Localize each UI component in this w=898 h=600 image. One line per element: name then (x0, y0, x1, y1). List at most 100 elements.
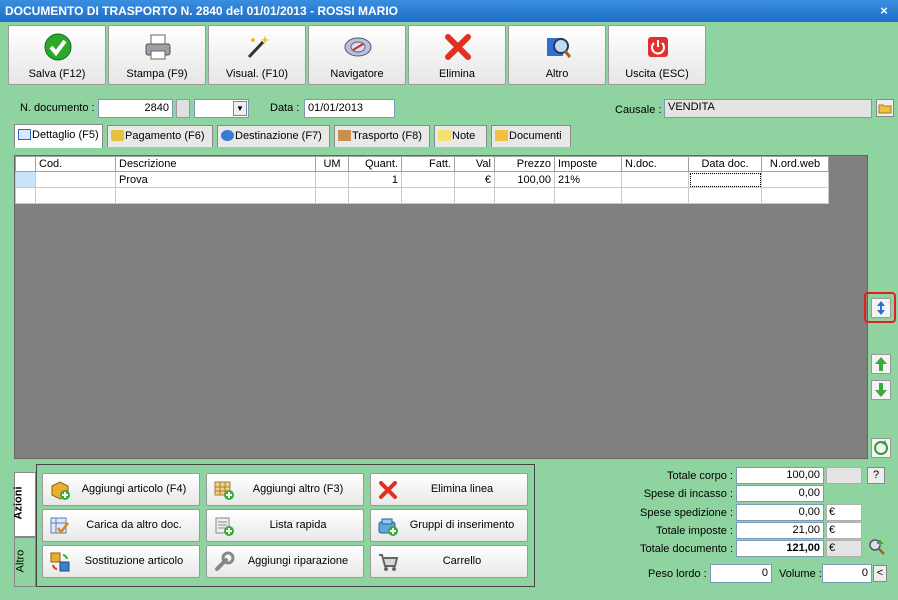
cart-button[interactable]: Carrello (370, 545, 528, 578)
row-selector[interactable] (15, 187, 36, 204)
arrow-up-icon[interactable] (871, 354, 891, 374)
cell-descrizione[interactable]: Prova (115, 171, 316, 188)
col-nord-web[interactable]: N.ord.web (761, 156, 829, 172)
tab-note[interactable]: Note (434, 125, 487, 147)
cell-val[interactable] (454, 187, 495, 204)
cell-ndoc[interactable] (621, 171, 689, 188)
cell-quant[interactable] (348, 187, 402, 204)
add-other-label: Aggiungi altro (F3) (252, 483, 344, 495)
quick-list-button[interactable]: Lista rapida (206, 509, 364, 542)
add-article-button[interactable]: Aggiungi articolo (F4) (42, 473, 200, 506)
spese-incasso-label: Spese di incasso : (643, 488, 733, 500)
tab-azioni[interactable]: Azioni (13, 472, 36, 537)
save-button[interactable]: Salva (F12) (8, 25, 106, 85)
navigator-button[interactable]: Navigatore (308, 25, 406, 85)
insert-groups-button[interactable]: Gruppi di inserimento (370, 509, 528, 542)
col-imposte[interactable]: Imposte (554, 156, 622, 172)
totale-imposte-value: 21,00 (736, 522, 824, 539)
help-button[interactable]: ? (867, 467, 885, 484)
ndoc-suffix-button[interactable] (176, 99, 190, 118)
tab-altro[interactable]: Altro (14, 537, 36, 587)
spese-incasso-value[interactable]: 0,00 (736, 485, 824, 502)
cell-descrizione[interactable] (115, 187, 316, 204)
expand-vertical-icon[interactable] (871, 298, 891, 318)
totale-documento-value: 121,00 (736, 540, 824, 557)
exit-button[interactable]: Uscita (ESC) (608, 25, 706, 85)
col-val[interactable]: Val (454, 156, 495, 172)
cell-ndoc[interactable] (621, 187, 689, 204)
table-row[interactable]: Prova 1 € 100,00 21% (15, 171, 829, 188)
navigator-button-label: Navigatore (330, 68, 384, 80)
cell-prezzo[interactable]: 100,00 (494, 171, 555, 188)
spese-spedizione-value[interactable]: 0,00 (736, 504, 824, 521)
add-other-button[interactable]: Aggiungi altro (F3) (206, 473, 364, 506)
cell-val[interactable]: € (454, 171, 495, 188)
tab-documenti[interactable]: Documenti (491, 125, 571, 147)
add-repair-button[interactable]: Aggiungi riparazione (206, 545, 364, 578)
add-article-label: Aggiungi articolo (F4) (81, 483, 187, 495)
cell-um[interactable] (315, 187, 349, 204)
row-selector-header (15, 156, 36, 172)
cell-quant[interactable]: 1 (348, 171, 402, 188)
grid-add-icon (214, 481, 234, 500)
tab-pagamento[interactable]: Pagamento (F6) (107, 125, 213, 147)
table-row[interactable] (15, 187, 829, 204)
magnifier-icon (547, 38, 572, 58)
col-quant[interactable]: Quant. (348, 156, 402, 172)
arrow-down-icon[interactable] (871, 380, 891, 400)
volume-button[interactable]: < (873, 565, 887, 582)
delete-button[interactable]: Elimina (408, 25, 506, 85)
cell-imposte[interactable]: 21% (554, 171, 622, 188)
tab-destinazione-label: Destinazione (F7) (235, 130, 322, 142)
other-button[interactable]: Altro (508, 25, 606, 85)
col-um[interactable]: UM (315, 156, 349, 172)
print-button[interactable]: Stampa (F9) (108, 25, 206, 85)
cell-cod[interactable] (35, 171, 116, 188)
col-prezzo[interactable]: Prezzo (494, 156, 555, 172)
col-ndoc[interactable]: N.doc. (621, 156, 689, 172)
cell-nord-web[interactable] (761, 187, 829, 204)
swap-icon (50, 552, 70, 572)
cell-data-doc[interactable] (688, 171, 762, 188)
causale-input[interactable]: VENDITA (664, 99, 872, 118)
preview-button[interactable]: Visual. (F10) (208, 25, 306, 85)
refresh-icon[interactable] (871, 438, 891, 458)
volume-label: Volume : (779, 568, 822, 580)
tab-dettaglio[interactable]: Dettaglio (F5) (14, 124, 103, 148)
zoom-add-icon[interactable] (868, 538, 886, 556)
volume-input[interactable]: 0 (822, 564, 872, 583)
row-selector[interactable] (15, 171, 36, 188)
tab-trasporto[interactable]: Trasporto (F8) (334, 125, 430, 147)
magic-wand-icon (247, 35, 270, 59)
cell-data-doc[interactable] (688, 187, 762, 204)
replace-article-button[interactable]: Sostituzione articolo (42, 545, 200, 578)
col-fatt[interactable]: Fatt. (401, 156, 455, 172)
close-icon[interactable]: × (876, 3, 892, 19)
col-descrizione[interactable]: Descrizione (115, 156, 316, 172)
ndoc-series-select[interactable]: ▼ (194, 99, 249, 118)
cell-cod[interactable] (35, 187, 116, 204)
cell-nord-web[interactable] (761, 171, 829, 188)
cell-um[interactable] (315, 171, 349, 188)
load-from-doc-button[interactable]: Carica da altro doc. (42, 509, 200, 542)
col-cod[interactable]: Cod. (35, 156, 116, 172)
cell-fatt[interactable] (401, 171, 455, 188)
delete-button-label: Elimina (438, 68, 476, 80)
box-add-icon (51, 481, 70, 500)
cell-prezzo[interactable] (494, 187, 555, 204)
col-data-doc[interactable]: Data doc. (688, 156, 762, 172)
peso-lordo-input[interactable]: 0 (710, 564, 772, 583)
chevron-down-icon[interactable]: ▼ (233, 101, 247, 116)
cell-fatt[interactable] (401, 187, 455, 204)
cell-imposte[interactable] (554, 187, 622, 204)
print-button-label: Stampa (F9) (126, 68, 188, 80)
tab-documenti-label: Documenti (509, 130, 562, 142)
delete-line-button[interactable]: Elimina linea (370, 473, 528, 506)
table-icon (18, 129, 31, 140)
globe-icon (221, 130, 234, 141)
ndoc-input[interactable]: 2840 (98, 99, 173, 118)
folder-icon[interactable] (876, 99, 894, 117)
peso-lordo-label: Peso lordo : (648, 568, 707, 580)
tab-destinazione[interactable]: Destinazione (F7) (217, 125, 330, 147)
date-input[interactable]: 01/01/2013 (304, 99, 395, 118)
